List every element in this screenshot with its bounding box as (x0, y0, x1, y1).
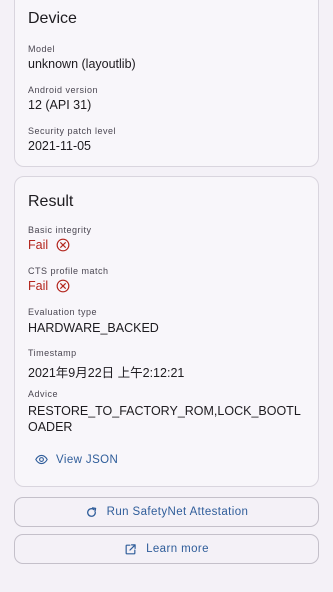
view-json-label: View JSON (56, 453, 119, 466)
cts-profile-label: CTS profile match (28, 266, 109, 276)
evaluation-type-label: Evaluation type (28, 307, 98, 317)
device-card: Device Model unknown (layoutlib) Android… (14, 0, 319, 167)
advice-label: Advice (28, 389, 59, 399)
android-version-value: 12 (API 31) (28, 98, 92, 112)
security-patch-label: Security patch level (28, 126, 117, 136)
advice-value: RESTORE_TO_FACTORY_ROM,LOCK_BOOTLOADER (28, 404, 301, 434)
learn-more-label: Learn more (146, 543, 209, 555)
cts-profile-row: Fail (28, 279, 70, 293)
android-version-label: Android version (28, 85, 99, 95)
basic-integrity-row: Fail (28, 238, 70, 252)
cts-profile-value: Fail (28, 279, 49, 293)
run-safetynet-button[interactable]: Run SafetyNet Attestation (14, 497, 319, 527)
result-title: Result (28, 193, 74, 210)
run-safetynet-label: Run SafetyNet Attestation (106, 506, 249, 518)
model-label: Model (28, 44, 56, 54)
learn-more-button[interactable]: Learn more (14, 534, 319, 564)
security-patch-value: 2021-11-05 (28, 139, 92, 153)
basic-integrity-label: Basic integrity (28, 225, 92, 235)
open-in-new-icon (125, 543, 136, 554)
evaluation-type-value: HARDWARE_BACKED (28, 321, 159, 335)
cancel-circle-icon (56, 238, 70, 252)
refresh-icon (86, 506, 96, 517)
basic-integrity-value: Fail (28, 238, 49, 252)
eye-icon (35, 454, 48, 465)
timestamp-label: Timestamp (28, 348, 77, 358)
cancel-circle-icon (56, 279, 70, 293)
view-json-button[interactable]: View JSON (35, 453, 118, 466)
timestamp-value: 2021年9月22日 上午2:12:21 (28, 366, 185, 380)
model-value: unknown (layoutlib) (28, 57, 136, 71)
device-title: Device (28, 10, 77, 27)
result-card: Result Basic integrity Fail CTS profile … (14, 176, 319, 487)
